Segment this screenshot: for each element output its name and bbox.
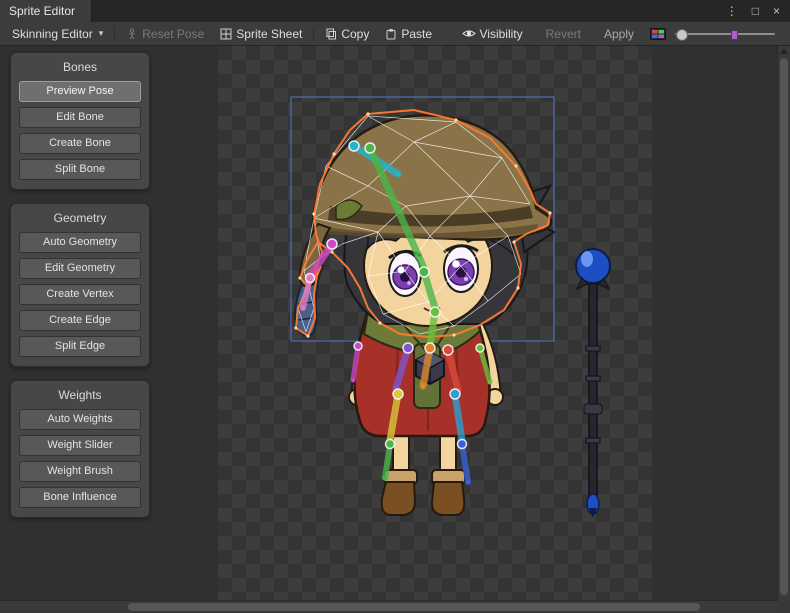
tab-title: Sprite Editor <box>9 4 75 18</box>
visibility-toggle[interactable]: Visibility <box>455 23 530 44</box>
zoom-slider-handle[interactable] <box>676 29 688 41</box>
split-edge-button[interactable]: Split Edge <box>19 336 141 357</box>
reset-pose-button[interactable]: Reset Pose <box>119 23 211 44</box>
paste-button[interactable]: Paste <box>378 23 439 44</box>
revert-button[interactable]: Revert <box>539 23 588 44</box>
vertical-scrollbar[interactable] <box>777 46 790 601</box>
create-edge-button[interactable]: Create Edge <box>19 310 141 331</box>
right-eye <box>444 246 478 292</box>
split-bone-button[interactable]: Split Bone <box>19 159 141 180</box>
reset-pose-label: Reset Pose <box>142 27 204 41</box>
tool-panels: Bones Preview Pose Edit Bone Create Bone… <box>10 52 150 518</box>
close-icon[interactable]: × <box>773 5 780 17</box>
horizontal-scrollbar-thumb[interactable] <box>128 603 700 611</box>
zoom-slider-marker <box>731 30 738 40</box>
paste-icon <box>385 28 397 40</box>
geometry-panel: Geometry Auto Geometry Edit Geometry Cre… <box>10 203 150 367</box>
color-swatch-button[interactable] <box>650 28 666 40</box>
toolbar-separator <box>313 27 314 41</box>
paste-label: Paste <box>401 27 432 41</box>
maximize-icon[interactable]: □ <box>752 5 759 17</box>
color-swatch-icon <box>650 28 666 40</box>
mode-label: Skinning Editor <box>12 27 93 41</box>
revert-label: Revert <box>546 27 581 41</box>
apply-button[interactable]: Apply <box>597 23 641 44</box>
eye-icon <box>462 28 476 39</box>
staff-sprite <box>576 249 610 518</box>
bone-influence-button[interactable]: Bone Influence <box>19 487 141 508</box>
copy-icon <box>325 28 337 40</box>
sprite-canvas[interactable] <box>218 46 652 601</box>
reset-pose-icon <box>126 28 138 40</box>
edit-bone-button[interactable]: Edit Bone <box>19 107 141 128</box>
bones-panel: Bones Preview Pose Edit Bone Create Bone… <box>10 52 150 190</box>
toolbar-right-group: Visibility Revert Apply <box>455 23 786 44</box>
create-bone-button[interactable]: Create Bone <box>19 133 141 154</box>
zoom-slider[interactable] <box>675 26 775 42</box>
horizontal-scrollbar[interactable] <box>0 600 778 613</box>
titlebar: Sprite Editor ⋮ □ × <box>0 0 790 22</box>
copy-label: Copy <box>341 27 369 41</box>
right-boot <box>432 482 464 515</box>
weight-slider-button[interactable]: Weight Slider <box>19 435 141 456</box>
sprite-sheet-button[interactable]: Sprite Sheet <box>213 23 309 44</box>
weight-brush-button[interactable]: Weight Brush <box>19 461 141 482</box>
bones-panel-title: Bones <box>19 60 141 74</box>
toolbar-separator <box>114 27 115 41</box>
toolbar: Skinning Editor ▾ Reset Pose Sprite Shee… <box>0 22 790 46</box>
vertical-scrollbar-thumb[interactable] <box>780 58 788 595</box>
sprite-sheet-icon <box>220 28 232 40</box>
auto-weights-button[interactable]: Auto Weights <box>19 409 141 430</box>
auto-geometry-button[interactable]: Auto Geometry <box>19 232 141 253</box>
weights-panel: Weights Auto Weights Weight Slider Weigh… <box>10 380 150 518</box>
zoom-slider-track[interactable] <box>675 33 775 35</box>
chevron-down-icon: ▾ <box>99 28 104 39</box>
staff-orb <box>576 249 610 283</box>
left-boot <box>382 482 415 515</box>
sprite-editor-window: Sprite Editor ⋮ □ × Skinning Editor ▾ Re… <box>0 0 790 613</box>
character-sprite <box>295 115 554 515</box>
scrollbar-corner <box>778 601 790 613</box>
copy-button[interactable]: Copy <box>318 23 376 44</box>
geometry-panel-title: Geometry <box>19 211 141 225</box>
preview-pose-button[interactable]: Preview Pose <box>19 81 141 102</box>
skinning-editor-dropdown[interactable]: Skinning Editor ▾ <box>5 23 110 44</box>
tab-sprite-editor[interactable]: Sprite Editor <box>0 0 92 22</box>
sprite-sheet-label: Sprite Sheet <box>236 27 302 41</box>
create-vertex-button[interactable]: Create Vertex <box>19 284 141 305</box>
window-controls: ⋮ □ × <box>726 0 790 22</box>
scroll-up-arrow-icon[interactable] <box>780 48 788 54</box>
visibility-label: Visibility <box>480 27 523 41</box>
weights-panel-title: Weights <box>19 388 141 402</box>
apply-label: Apply <box>604 27 634 41</box>
edit-geometry-button[interactable]: Edit Geometry <box>19 258 141 279</box>
window-menu-icon[interactable]: ⋮ <box>726 5 738 17</box>
